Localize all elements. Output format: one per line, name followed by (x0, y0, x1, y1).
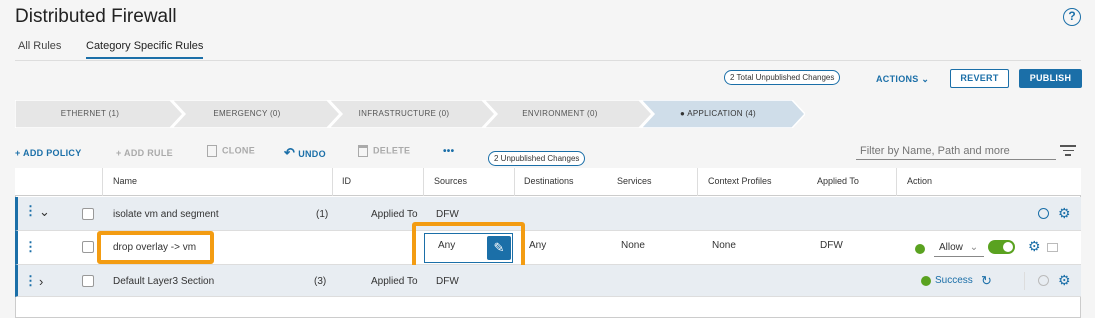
gear-icon[interactable]: ⚙ (1058, 272, 1071, 289)
chevron-down-icon[interactable]: ⌄ (39, 204, 50, 220)
drag-handle-icon[interactable]: ⋮ (24, 240, 37, 253)
column-applied-to[interactable]: Applied To (817, 176, 859, 186)
more-actions-icon[interactable]: ••• (443, 146, 454, 157)
rule-destinations[interactable]: Any (529, 240, 546, 251)
rule-enable-toggle[interactable] (988, 240, 1015, 254)
chevron-down-icon: ⌄ (921, 74, 930, 84)
rule-name[interactable]: drop overlay -> vm (113, 242, 196, 253)
rule-applied-to[interactable]: DFW (820, 240, 843, 251)
clone-button[interactable]: CLONE (207, 145, 255, 157)
clock-icon[interactable] (1038, 208, 1049, 219)
help-icon[interactable]: ? (1063, 8, 1081, 26)
action-select[interactable]: Allow ⌄ (934, 239, 984, 257)
chevron-down-icon: ⌄ (969, 242, 979, 253)
gear-icon[interactable]: ⚙ (1028, 238, 1041, 255)
column-divider[interactable] (896, 168, 897, 196)
rule-sources[interactable]: Any (438, 240, 455, 251)
category-infrastructure[interactable]: INFRASTRUCTURE (0) (329, 100, 479, 128)
edit-pencil-icon[interactable]: ✎ (487, 236, 511, 260)
actions-menu[interactable]: ACTIONS ⌄ (876, 74, 929, 85)
tab-all-rules[interactable]: All Rules (18, 40, 61, 57)
category-application[interactable]: ● APPLICATION (4) (643, 100, 793, 128)
policy-rule-count: (1) (316, 209, 329, 220)
total-unpublished-badge[interactable]: 2 Total Unpublished Changes (724, 70, 841, 85)
rule-services[interactable]: None (621, 240, 645, 251)
policy-status[interactable]: Success (935, 275, 973, 286)
rule-checkbox[interactable] (82, 241, 94, 253)
gear-icon[interactable]: ⚙ (1058, 205, 1071, 222)
stats-chart-icon[interactable] (1047, 243, 1058, 252)
drag-handle-icon[interactable]: ⋮ (24, 274, 37, 287)
divider (1024, 272, 1025, 290)
publish-button[interactable]: PUBLISH (1019, 69, 1082, 88)
policy-name[interactable]: Default Layer3 Section (113, 276, 214, 287)
clock-icon[interactable] (1038, 275, 1049, 286)
column-sources[interactable]: Sources (434, 176, 467, 186)
column-context-profiles[interactable]: Context Profiles (708, 176, 772, 186)
toggle-knob (1003, 242, 1013, 252)
category-ethernet[interactable]: ETHERNET (1) (15, 100, 165, 128)
policy-checkbox[interactable] (82, 275, 94, 287)
column-services[interactable]: Services (617, 176, 652, 186)
filter-icon[interactable] (1060, 145, 1076, 156)
tab-category-specific-rules[interactable]: Category Specific Rules (86, 40, 204, 59)
column-name[interactable]: Name (113, 176, 137, 186)
policy-rule-count: (3) (314, 276, 327, 287)
trash-icon (358, 145, 368, 157)
add-rule-button[interactable]: + ADD RULE (116, 148, 173, 158)
policy-name[interactable]: isolate vm and segment (113, 209, 219, 220)
column-divider[interactable] (697, 168, 698, 196)
delete-button[interactable]: DELETE (358, 145, 410, 157)
page-title: Distributed Firewall (15, 6, 177, 27)
success-status-dot (921, 276, 931, 286)
rule-context-profiles[interactable]: None (712, 240, 736, 251)
clone-icon (207, 145, 217, 157)
chevron-right-icon[interactable]: › (39, 274, 43, 289)
column-divider[interactable] (514, 168, 515, 196)
delete-label: DELETE (373, 145, 411, 156)
add-policy-button[interactable]: + ADD POLICY (15, 148, 82, 158)
column-divider[interactable] (332, 168, 333, 196)
category-application-label: APPLICATION (4) (687, 109, 757, 118)
category-environment[interactable]: ENVIRONMENT (0) (484, 100, 636, 128)
column-id[interactable]: ID (342, 176, 351, 186)
column-action[interactable]: Action (907, 176, 932, 186)
undo-button[interactable]: ↶ UNDO (284, 145, 326, 161)
clone-label: CLONE (222, 145, 255, 156)
policy-applied-value[interactable]: DFW (436, 276, 459, 287)
category-emergency[interactable]: EMERGENCY (0) (172, 100, 322, 128)
action-select-value: Allow (939, 242, 963, 253)
active-dot-icon: ● (679, 109, 686, 118)
tab-divider (15, 60, 1081, 61)
policy-applied-label: Applied To (371, 209, 418, 220)
column-divider[interactable] (102, 168, 103, 196)
column-destinations[interactable]: Destinations (524, 176, 574, 186)
undo-icon: ↶ (284, 145, 296, 160)
actions-label: ACTIONS (876, 74, 919, 84)
undo-label: UNDO (298, 149, 326, 159)
policy-applied-value[interactable]: DFW (436, 209, 459, 220)
drag-handle-icon[interactable]: ⋮ (24, 204, 37, 217)
unpublished-changes-badge[interactable]: 2 Unpublished Changes (488, 151, 586, 166)
refresh-icon[interactable]: ↻ (981, 273, 992, 289)
revert-button[interactable]: REVERT (950, 69, 1009, 88)
column-divider[interactable] (423, 168, 424, 196)
policy-checkbox[interactable] (82, 208, 94, 220)
allow-status-dot (915, 244, 925, 254)
filter-input[interactable] (856, 142, 1056, 160)
policy-applied-label: Applied To (371, 276, 418, 287)
